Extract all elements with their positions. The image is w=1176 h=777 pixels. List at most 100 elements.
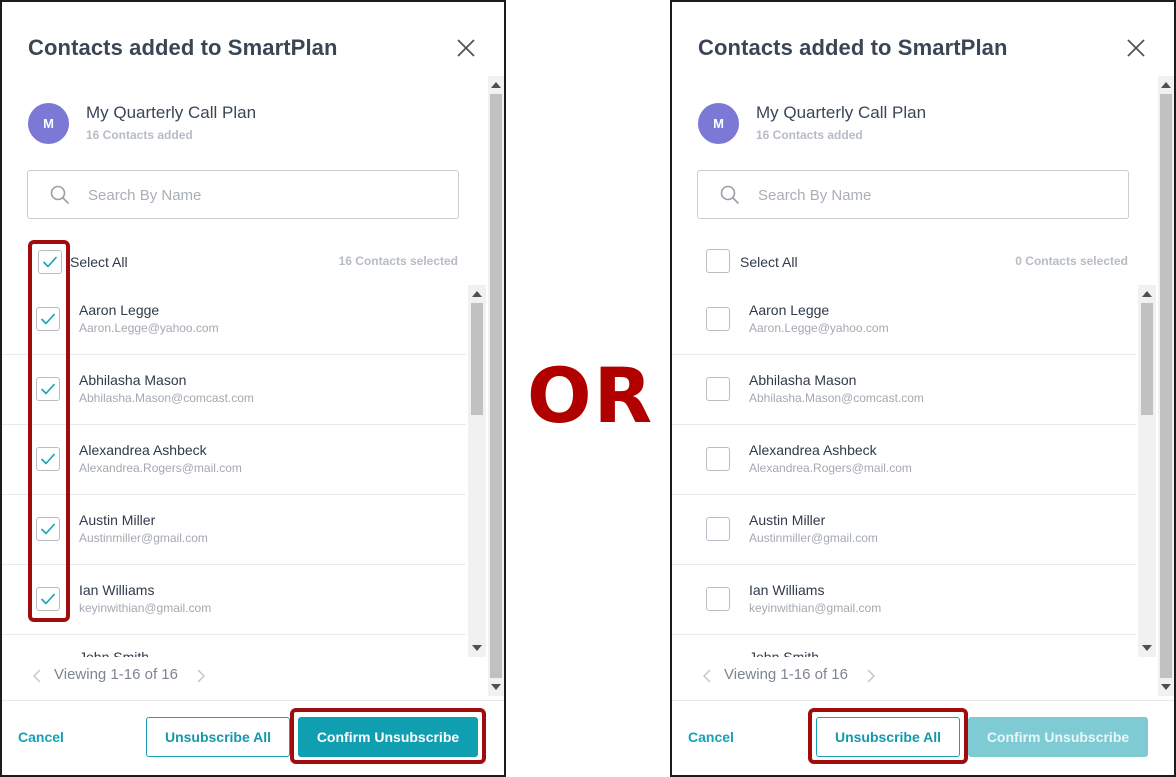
dialog-footer: Cancel Unsubscribe All Confirm Unsubscri… [672,700,1174,775]
select-all-checkbox[interactable] [38,250,62,274]
check-icon [42,256,58,268]
contact-name: Austin Miller [79,512,156,528]
confirm-unsubscribe-button[interactable]: Confirm Unsubscribe [968,717,1148,757]
dialog-title: Contacts added to SmartPlan [698,35,1008,60]
selected-count: 0 Contacts selected [1015,254,1128,268]
check-icon [40,313,56,325]
scrollbar-thumb[interactable] [1160,94,1172,678]
contact-checkbox[interactable] [706,447,730,471]
contact-email: Alexandrea.Rogers@mail.com [749,461,912,475]
contact-name: Abhilasha Mason [79,372,187,388]
chevron-left-icon[interactable] [32,669,42,683]
contact-row: Ian Williams keyinwithian@gmail.com [2,565,466,635]
contact-checkbox[interactable] [36,377,60,401]
dialog-scrollbar[interactable] [488,76,504,696]
contact-row: Abhilasha Mason Abhilasha.Mason@comcast.… [672,355,1136,425]
selected-count: 16 Contacts selected [338,254,458,268]
search-input[interactable] [88,181,438,209]
unsubscribe-all-button[interactable]: Unsubscribe All [146,717,290,757]
or-separator: OR [527,351,655,440]
dialog-right: Contacts added to SmartPlan M My Quarter… [670,0,1176,777]
chevron-left-icon[interactable] [702,669,712,683]
scroll-down-icon[interactable] [491,684,501,690]
contact-checkbox[interactable] [36,517,60,541]
contact-email: Alexandrea.Rogers@mail.com [79,461,242,475]
search-icon [50,185,70,205]
screenshot-canvas: Contacts added to SmartPlan M My Quarter… [0,0,1176,777]
plan-contact-count: 16 Contacts added [86,128,193,142]
plan-contact-count: 16 Contacts added [756,128,863,142]
contact-checkbox[interactable] [36,307,60,331]
contact-name: John Smith [749,649,820,657]
scroll-up-icon[interactable] [472,291,482,297]
dialog-scrollbar[interactable] [1158,76,1174,696]
check-icon [40,523,56,535]
search-box [697,170,1129,219]
contact-email: Aaron.Legge@yahoo.com [749,321,889,335]
plan-name: My Quarterly Call Plan [756,103,927,122]
cancel-button[interactable]: Cancel [688,729,734,745]
scroll-down-icon[interactable] [472,645,482,651]
contact-list: Aaron Legge Aaron.Legge@yahoo.com Abhila… [672,285,1158,657]
contact-row: Abhilasha Mason Abhilasha.Mason@comcast.… [2,355,466,425]
contact-name: Alexandrea Ashbeck [749,442,877,458]
scroll-up-icon[interactable] [1142,291,1152,297]
close-icon[interactable] [454,36,478,60]
contact-name: John Smith [79,649,150,657]
contact-checkbox[interactable] [706,587,730,611]
contact-name: Abhilasha Mason [749,372,857,388]
contact-row: Aaron Legge Aaron.Legge@yahoo.com [2,285,466,355]
search-input[interactable] [758,181,1108,209]
check-icon [40,453,56,465]
contact-name: Aaron Legge [79,302,160,318]
contact-row: Alexandrea Ashbeck Alexandrea.Rogers@mai… [2,425,466,495]
scroll-down-icon[interactable] [1161,684,1171,690]
contact-row: Alexandrea Ashbeck Alexandrea.Rogers@mai… [672,425,1136,495]
contact-row: Aaron Legge Aaron.Legge@yahoo.com [672,285,1136,355]
confirm-unsubscribe-button[interactable]: Confirm Unsubscribe [298,717,478,757]
contact-checkbox[interactable] [706,517,730,541]
contact-email: keyinwithian@gmail.com [79,601,212,615]
select-all-checkbox[interactable] [706,249,730,273]
contact-list: Aaron Legge Aaron.Legge@yahoo.com Abhila… [2,285,488,657]
check-icon [40,383,56,395]
contact-row: Austin Miller Austinmiller@gmail.com [672,495,1136,565]
plan-avatar: M [28,103,69,144]
scrollbar-thumb[interactable] [490,94,502,678]
scrollbar-thumb[interactable] [1141,303,1153,415]
plan-avatar: M [698,103,739,144]
contact-checkbox[interactable] [36,587,60,611]
contact-name: Aaron Legge [749,302,830,318]
contact-row: John Smith [2,635,466,657]
contact-checkbox[interactable] [706,307,730,331]
contact-email: Abhilasha.Mason@comcast.com [749,391,924,405]
scroll-up-icon[interactable] [491,82,501,88]
select-all-label: Select All [740,254,798,270]
list-scrollbar[interactable] [468,285,486,657]
cancel-button[interactable]: Cancel [18,729,64,745]
search-box [27,170,459,219]
scroll-up-icon[interactable] [1161,82,1171,88]
search-icon [720,185,740,205]
contact-email: Abhilasha.Mason@comcast.com [79,391,254,405]
close-icon[interactable] [1124,36,1148,60]
unsubscribe-all-button[interactable]: Unsubscribe All [816,717,960,757]
list-scrollbar[interactable] [1138,285,1156,657]
contact-name: Ian Williams [749,582,825,598]
chevron-right-icon[interactable] [196,669,206,683]
contact-checkbox[interactable] [36,447,60,471]
pagination-text: Viewing 1-16 of 16 [724,666,848,683]
dialog-footer: Cancel Unsubscribe All Confirm Unsubscri… [2,700,504,775]
contact-row: Ian Williams keyinwithian@gmail.com [672,565,1136,635]
contact-checkbox[interactable] [706,377,730,401]
check-icon [40,593,56,605]
scroll-down-icon[interactable] [1142,645,1152,651]
dialog-left: Contacts added to SmartPlan M My Quarter… [0,0,506,777]
contact-email: keyinwithian@gmail.com [749,601,882,615]
chevron-right-icon[interactable] [866,669,876,683]
scrollbar-thumb[interactable] [471,303,483,415]
contact-email: Austinmiller@gmail.com [79,531,208,545]
contact-name: Ian Williams [79,582,155,598]
pagination-text: Viewing 1-16 of 16 [54,666,178,683]
contact-row: Austin Miller Austinmiller@gmail.com [2,495,466,565]
